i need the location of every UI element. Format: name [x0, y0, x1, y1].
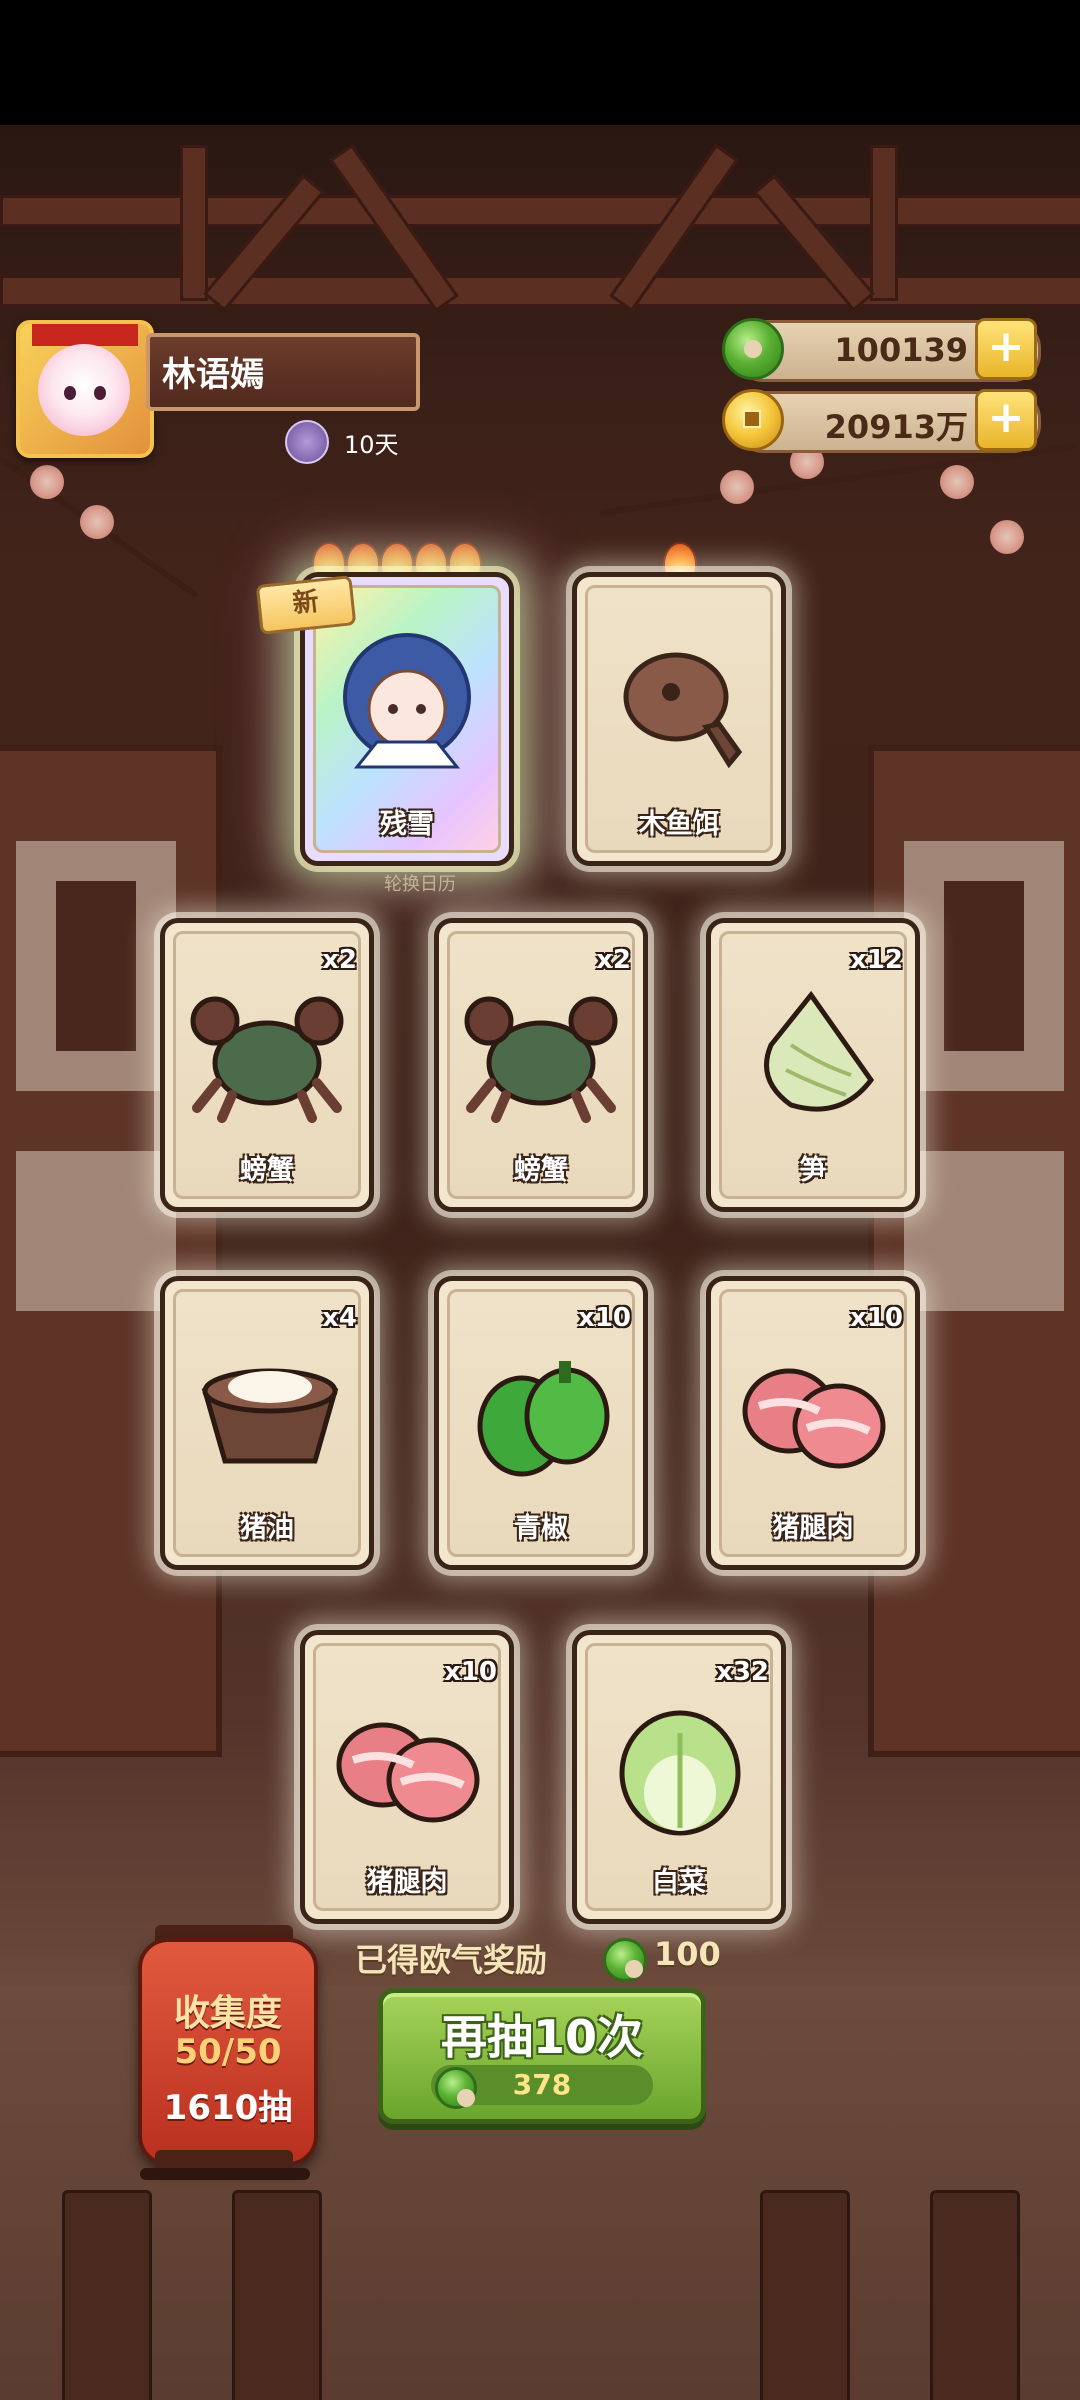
roof-beams: [0, 125, 1080, 313]
bamboo-shoot-icon: [764, 990, 875, 1112]
canxue-character-icon: [343, 633, 471, 769]
pork-leg-icon: [336, 1722, 480, 1823]
green-pepper-icon: [477, 1361, 610, 1477]
card-quantity: x10: [850, 1303, 903, 1333]
napa-cabbage-icon: [619, 1710, 741, 1836]
add-gold-button[interactable]: +: [975, 389, 1037, 451]
card-quantity: x4: [322, 1303, 357, 1333]
reward-value: 100: [654, 1935, 721, 1973]
card-name: 猪腿肉: [772, 1513, 854, 1544]
card-name: 青椒: [514, 1513, 568, 1544]
pork-leg-icon: [742, 1368, 886, 1469]
card-name: 木鱼饵: [638, 809, 720, 840]
jade-amount: 100139: [834, 331, 968, 369]
draw-again-label: 再抽10次: [440, 2010, 643, 2064]
card-name: 残雪: [380, 809, 434, 840]
right-window: [868, 745, 1080, 1757]
avatar[interactable]: [16, 320, 154, 458]
card-bamboo-shoot[interactable]: x12 笋: [706, 918, 920, 1212]
lantern-stand: [140, 2168, 310, 2180]
card-lard[interactable]: x4 猪油: [160, 1276, 374, 1570]
days-count: 10天: [344, 431, 399, 459]
avatar-face: [38, 344, 130, 436]
new-badge: 新: [255, 575, 357, 635]
avatar-banner: [32, 324, 138, 346]
calendar-character-icon[interactable]: [285, 420, 329, 464]
collection-lantern[interactable]: 收集度 50/50 1610抽: [138, 1938, 318, 2166]
collection-label: 收集度: [173, 1993, 282, 2034]
card-napa-cabbage[interactable]: x32 白菜: [572, 1630, 786, 1924]
name-plate[interactable]: 林语嫣: [146, 333, 420, 411]
card-quantity: x2: [596, 945, 631, 975]
reward-label: 已得欧气奖励: [355, 1941, 548, 1979]
collection-progress: 50/50: [174, 2032, 282, 2072]
card-quantity: x10: [444, 1657, 497, 1687]
rotation-calendar-label: 轮换日历: [384, 874, 456, 895]
draw-again-button[interactable]: 再抽10次 378: [378, 1988, 706, 2124]
gold-coin-icon: [722, 389, 784, 451]
card-crab-1[interactable]: x2 螃蟹: [160, 918, 374, 1212]
card-green-pepper[interactable]: x10 青椒: [434, 1276, 648, 1570]
card-name: 白菜: [652, 1867, 706, 1898]
card-pork-leg-2[interactable]: x10 猪腿肉: [300, 1630, 514, 1924]
card-quantity: x10: [578, 1303, 631, 1333]
card-quantity: x32: [716, 1657, 769, 1687]
lard-bowl-icon: [201, 1368, 339, 1464]
jade-icon: [722, 318, 784, 380]
jade-icon: [603, 1938, 647, 1982]
card-crab-2[interactable]: x2 螃蟹: [434, 918, 648, 1212]
crab-icon: [464, 996, 618, 1123]
gold-amount: 20913万: [824, 408, 968, 446]
card-quantity: x12: [850, 945, 903, 975]
draw-count: 1610抽: [163, 2088, 293, 2128]
left-window: [0, 745, 222, 1757]
card-name: 猪腿肉: [366, 1867, 448, 1898]
card-name: 螃蟹: [514, 1155, 568, 1186]
card-muyu-bait[interactable]: 木鱼饵: [572, 572, 786, 866]
card-name: 猪油: [240, 1513, 294, 1544]
add-jade-button[interactable]: +: [975, 318, 1037, 380]
card-quantity: x2: [322, 945, 357, 975]
player-name: 林语嫣: [162, 355, 264, 395]
card-name: 螃蟹: [240, 1155, 294, 1186]
crab-icon: [190, 996, 344, 1123]
fish-bait-icon: [623, 652, 743, 769]
card-pork-leg-1[interactable]: x10 猪腿肉: [706, 1276, 920, 1570]
draw-cost: 378: [512, 2068, 572, 2101]
card-name: 笋: [799, 1155, 827, 1186]
